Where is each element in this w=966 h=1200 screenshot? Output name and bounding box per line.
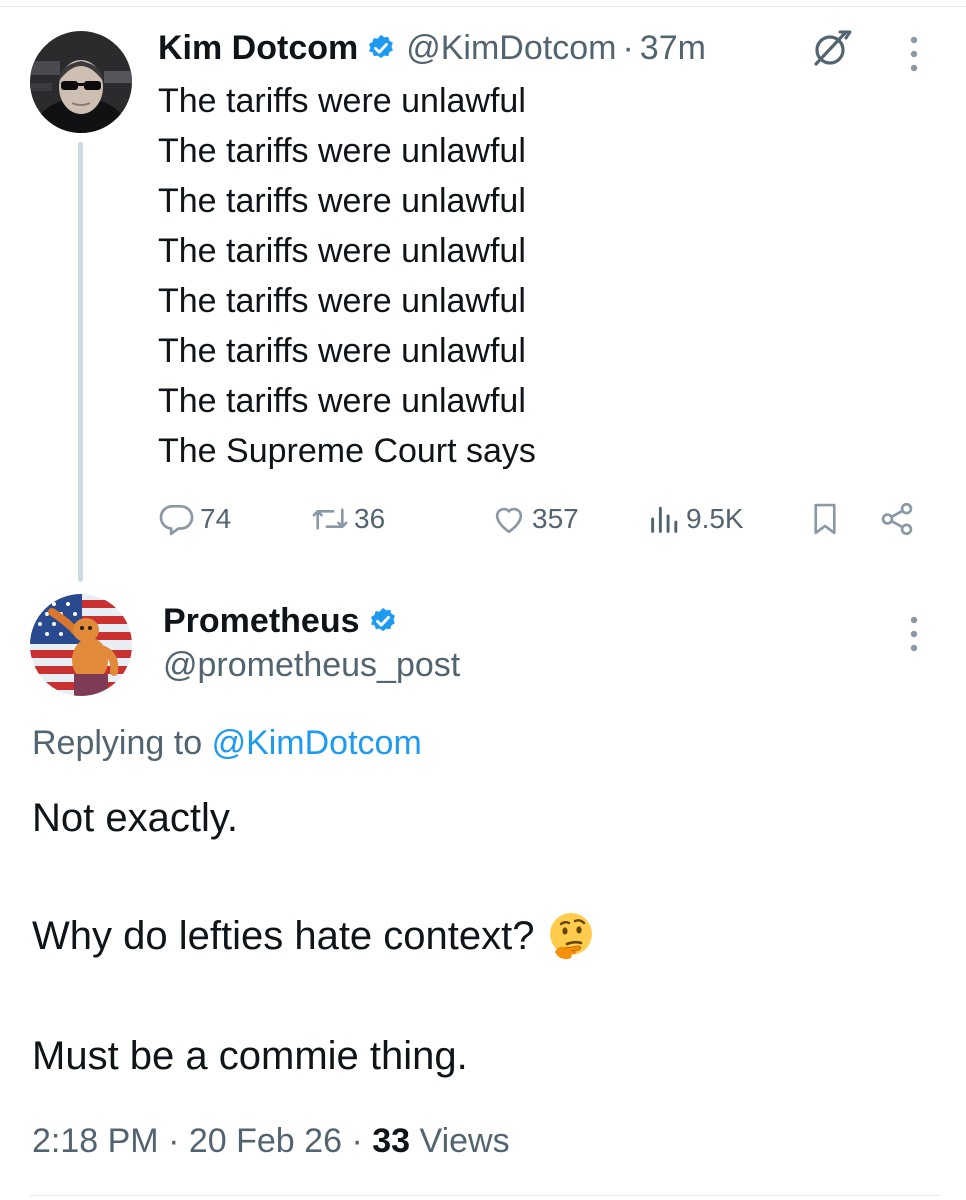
separator-dot: · — [168, 1122, 180, 1160]
retweet-count: 36 — [354, 503, 386, 534]
tweet-action-bar: 74 36 357 9.5K — [158, 496, 918, 542]
more-options-icon[interactable] — [906, 30, 922, 78]
tweet-line: The tariffs were unlawful — [158, 82, 526, 120]
more-options-icon[interactable] — [906, 610, 922, 658]
display-name[interactable]: Prometheus — [163, 602, 360, 641]
views-button[interactable]: 9.5K — [648, 496, 744, 542]
bottom-divider — [30, 1195, 940, 1196]
display-name[interactable]: Kim Dotcom — [158, 29, 358, 68]
verified-badge-icon — [370, 607, 395, 632]
verified-badge-icon — [369, 34, 394, 59]
like-icon — [495, 507, 523, 534]
tweet-line: The tariffs were unlawful — [158, 282, 526, 320]
user-handle[interactable]: @prometheus_post — [163, 640, 460, 690]
parent-tweet-text: The tariffs were unlawful The tariffs we… — [158, 76, 536, 476]
thread-connector-line — [78, 142, 83, 582]
reply-text-content: Why do lefties hate context? — [32, 914, 535, 958]
avatar-image — [30, 31, 132, 133]
user-handle[interactable]: @KimDotcom — [406, 29, 616, 68]
tweet-line: The tariffs were unlawful — [158, 132, 526, 170]
replying-to-label: Replying to — [32, 724, 203, 762]
views-count: 9.5K — [686, 503, 744, 534]
thinking-face-icon — [549, 913, 592, 960]
grok-icon[interactable] — [808, 24, 856, 72]
reply-button[interactable]: 74 — [158, 496, 231, 542]
tweet-line: The tariffs were unlawful — [158, 232, 526, 270]
kim-dotcom-avatar[interactable] — [30, 31, 132, 133]
reply-count: 74 — [200, 503, 232, 534]
tweet-metadata: 2:18 PM · 20 Feb 26 · 33 Views — [32, 1116, 510, 1166]
like-count: 357 — [532, 503, 579, 534]
reply-text-line: Why do lefties hate context? — [32, 906, 597, 966]
views-icon — [651, 506, 678, 533]
retweet-button[interactable]: 36 — [310, 496, 385, 542]
tweet-date[interactable]: 20 Feb 26 — [189, 1122, 342, 1160]
bookmark-icon — [814, 503, 836, 535]
tweet-line: The tariffs were unlawful — [158, 182, 526, 220]
avatar-image — [30, 594, 132, 696]
tweet-line: The Supreme Court says — [158, 432, 536, 470]
retweet-icon — [312, 508, 348, 530]
parent-tweet-header: Kim Dotcom @KimDotcom · 37m — [158, 26, 706, 70]
prometheus-avatar[interactable] — [30, 594, 132, 696]
tweet-time[interactable]: 37m — [640, 29, 706, 68]
top-divider — [0, 6, 966, 7]
like-button[interactable]: 357 — [490, 496, 579, 542]
separator-dot: · — [351, 1122, 363, 1160]
replying-to-line: Replying to @KimDotcom — [32, 718, 422, 768]
view-count: 33 — [372, 1122, 411, 1160]
tweet-line: The tariffs were unlawful — [158, 382, 526, 420]
tweet-timestamp[interactable]: 2:18 PM — [32, 1122, 159, 1160]
reply-text-line: Not exactly. — [32, 796, 238, 840]
mention-link[interactable]: @KimDotcom — [212, 724, 422, 762]
bookmark-button[interactable] — [808, 496, 842, 542]
share-icon — [881, 502, 913, 536]
share-button[interactable] — [878, 496, 916, 542]
reply-icon — [159, 504, 194, 536]
reply-text-line: Must be a commie thing. — [32, 1034, 468, 1078]
separator-dot: · — [622, 28, 634, 67]
views-label: Views — [419, 1122, 510, 1160]
tweet-line: The tariffs were unlawful — [158, 332, 526, 370]
reply-tweet-header: Prometheus — [163, 596, 398, 646]
